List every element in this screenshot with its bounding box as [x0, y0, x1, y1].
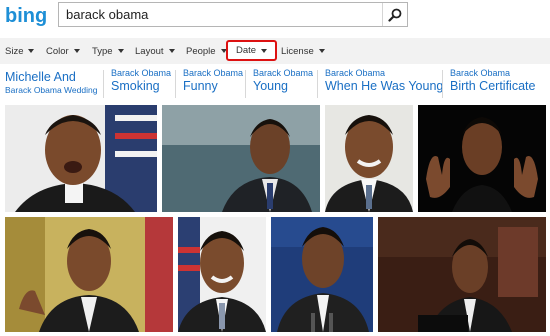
caret-down-icon	[73, 49, 80, 53]
search-input[interactable]	[59, 3, 379, 26]
related-search-funny[interactable]: Barack Obama Funny	[183, 68, 243, 102]
divider	[103, 70, 104, 98]
filter-label: Date	[236, 45, 257, 56]
divider	[317, 70, 318, 98]
filter-color[interactable]: Color	[46, 38, 80, 64]
related-search-when-young[interactable]: Barack Obama When He Was Young	[325, 68, 443, 102]
related-prefix: Barack Obama	[450, 68, 511, 78]
filter-bar: Size Color Type Layout People Date Licen…	[0, 38, 550, 64]
image-result-6[interactable]	[178, 217, 266, 332]
related-prefix: Barack Obama	[111, 68, 172, 78]
related-main: Birth Certificate	[450, 79, 536, 93]
filter-label: Type	[92, 45, 113, 57]
divider	[175, 70, 176, 98]
related-search-young[interactable]: Barack Obama Young	[253, 68, 313, 102]
related-search-birth-certificate[interactable]: Barack Obama Birth Certificate	[450, 68, 535, 102]
filter-date[interactable]: Date	[226, 40, 278, 61]
caret-down-icon	[117, 49, 124, 53]
caret-down-icon	[318, 49, 325, 53]
filter-label: Color	[46, 45, 69, 57]
image-result-7[interactable]	[271, 217, 373, 332]
filter-label: Size	[5, 45, 24, 57]
divider	[245, 70, 246, 98]
related-search-smoking[interactable]: Barack Obama Smoking	[111, 68, 171, 102]
search-box	[58, 2, 408, 27]
filter-label: Layout	[135, 45, 164, 57]
caret-down-icon	[261, 48, 268, 53]
filter-people[interactable]: People	[186, 38, 227, 64]
related-main: Michelle And	[5, 70, 76, 84]
related-main: When He Was Young	[325, 79, 444, 93]
image-result-1[interactable]	[5, 105, 157, 212]
related-main: Young	[253, 79, 288, 93]
search-button[interactable]	[382, 3, 407, 26]
image-result-2[interactable]	[162, 105, 320, 212]
image-result-4[interactable]	[418, 105, 546, 212]
filter-layout[interactable]: Layout	[135, 38, 175, 64]
search-icon	[388, 8, 402, 22]
filter-label: License	[281, 45, 314, 57]
logo-text: bing	[5, 5, 47, 27]
filter-size[interactable]: Size	[5, 38, 35, 64]
related-prefix: Barack Obama	[253, 68, 314, 78]
related-sub: Barack Obama Wedding	[5, 85, 98, 95]
filter-license[interactable]: License	[281, 38, 325, 64]
caret-down-icon	[28, 49, 35, 53]
image-result-8[interactable]	[378, 217, 546, 332]
filter-label: People	[186, 45, 216, 57]
related-main: Funny	[183, 79, 218, 93]
related-search-michelle-wedding[interactable]: Michelle And Barack Obama Wedding	[5, 68, 97, 102]
image-result-5[interactable]	[5, 217, 173, 332]
related-prefix: Barack Obama	[325, 68, 386, 78]
caret-down-icon	[168, 49, 175, 53]
divider	[442, 70, 443, 98]
image-result-3[interactable]	[325, 105, 413, 212]
related-prefix: Barack Obama	[183, 68, 244, 78]
filter-type[interactable]: Type	[92, 38, 124, 64]
related-main: Smoking	[111, 79, 160, 93]
bing-logo[interactable]: bing	[4, 2, 52, 28]
